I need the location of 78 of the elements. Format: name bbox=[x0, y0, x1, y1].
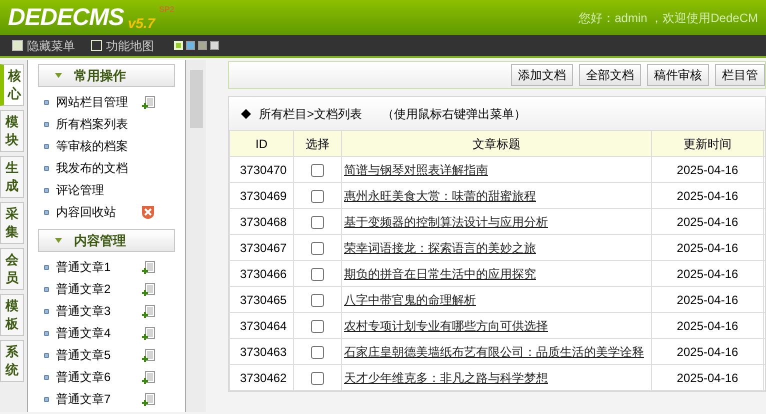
menu-item[interactable]: 所有档案列表 bbox=[56, 115, 142, 133]
add-document-icon[interactable] bbox=[142, 282, 155, 296]
caret-icon bbox=[55, 238, 62, 243]
menu-item[interactable]: 普通文章7 bbox=[56, 390, 142, 408]
caret-icon bbox=[55, 73, 62, 78]
add-document-icon[interactable] bbox=[142, 96, 155, 108]
bullet-icon bbox=[44, 100, 49, 104]
side-tab[interactable]: 模块 bbox=[0, 110, 24, 152]
toolbar-button[interactable]: 添加文档 bbox=[511, 64, 573, 86]
menu-item[interactable]: 评论管理 bbox=[56, 181, 142, 199]
toolbar-link[interactable]: 隐藏菜单 bbox=[12, 36, 75, 54]
diamond-icon bbox=[241, 108, 251, 118]
row-checkbox[interactable] bbox=[311, 320, 324, 333]
side-tab[interactable]: 模板 bbox=[0, 294, 24, 336]
bullet-icon bbox=[44, 188, 49, 192]
row-checkbox[interactable] bbox=[311, 372, 324, 385]
row-checkbox[interactable] bbox=[311, 190, 324, 203]
column-header: 更新时间 bbox=[652, 130, 764, 156]
toolbar-button[interactable]: 全部文档 bbox=[579, 64, 641, 86]
row-checkbox[interactable] bbox=[311, 164, 324, 177]
menu-item[interactable]: 网站栏目管理 bbox=[56, 93, 142, 111]
bullet-icon bbox=[44, 166, 49, 170]
bullet-icon bbox=[44, 308, 49, 314]
bullet-icon bbox=[44, 264, 49, 270]
toolbar-button[interactable]: 稿件审核 bbox=[647, 64, 709, 86]
column-header: ID bbox=[230, 130, 294, 156]
table-cell: 3730462 bbox=[230, 364, 294, 390]
bullet-icon bbox=[44, 144, 49, 148]
bullet-icon bbox=[44, 330, 49, 336]
skin-swatch[interactable] bbox=[198, 41, 207, 50]
row-checkbox[interactable] bbox=[311, 268, 324, 281]
menu-section-header[interactable]: 内容管理 bbox=[38, 229, 175, 252]
row-checkbox[interactable] bbox=[311, 216, 324, 229]
greeting-text: 您好：admin ，欢迎使用DedeCM bbox=[578, 10, 758, 26]
add-document-icon[interactable] bbox=[142, 326, 155, 340]
menu-item[interactable]: 我发布的文档 bbox=[56, 159, 142, 177]
skin-swatch[interactable] bbox=[186, 41, 195, 50]
toolbar-button[interactable]: 栏目管 bbox=[715, 64, 765, 86]
row-checkbox[interactable] bbox=[311, 346, 324, 359]
version-label: v5.7 bbox=[128, 16, 156, 30]
bullet-icon bbox=[44, 374, 49, 380]
bullet-icon bbox=[44, 352, 49, 358]
side-tab[interactable]: 核心 bbox=[0, 64, 24, 106]
menu-item[interactable]: 普通文章4 bbox=[56, 324, 142, 342]
menu-item[interactable]: 等审核的档案 bbox=[56, 137, 142, 155]
delete-icon[interactable] bbox=[142, 206, 154, 218]
side-tab[interactable]: 会员 bbox=[0, 248, 24, 290]
panel-icon bbox=[12, 40, 23, 51]
row-checkbox[interactable] bbox=[311, 294, 324, 307]
bullet-icon bbox=[44, 396, 49, 402]
menu-item[interactable]: 普通文章2 bbox=[56, 280, 142, 298]
logo-text: DEDECMS bbox=[8, 6, 124, 30]
skin-swatch[interactable] bbox=[210, 41, 219, 50]
edition-label: SP2 bbox=[159, 6, 174, 14]
bullet-icon bbox=[44, 210, 49, 214]
scrollbar-thumb[interactable] bbox=[190, 70, 202, 128]
add-document-icon[interactable] bbox=[142, 304, 155, 318]
menu-item[interactable]: 内容回收站 bbox=[56, 203, 142, 221]
add-document-icon[interactable] bbox=[142, 348, 155, 362]
add-document-icon[interactable] bbox=[142, 260, 155, 274]
side-tab[interactable]: 生成 bbox=[0, 156, 24, 198]
row-checkbox[interactable] bbox=[311, 242, 324, 255]
menu-item[interactable]: 普通文章1 bbox=[56, 258, 142, 276]
toolbar-link[interactable]: 功能地图 bbox=[91, 36, 154, 54]
bullet-icon bbox=[44, 122, 49, 126]
side-tab[interactable]: 系统 bbox=[0, 340, 24, 382]
menu-item[interactable]: 普通文章5 bbox=[56, 346, 142, 364]
hint-text: （使用鼠标右键弹出菜单） bbox=[382, 106, 526, 122]
menu-item[interactable]: 普通文章6 bbox=[56, 368, 142, 386]
column-header: 文章标题 bbox=[342, 130, 652, 156]
add-document-icon[interactable] bbox=[142, 370, 155, 384]
breadcrumb: 所有栏目>文档列表 bbox=[259, 106, 362, 122]
side-tab[interactable]: 采集 bbox=[0, 202, 24, 244]
bullet-icon bbox=[44, 286, 49, 292]
add-document-icon[interactable] bbox=[142, 392, 155, 406]
menu-section-header[interactable]: 常用操作 bbox=[38, 64, 175, 87]
menu-item[interactable]: 普通文章3 bbox=[56, 302, 142, 320]
table-cell: 2025-04-16 bbox=[652, 364, 764, 390]
